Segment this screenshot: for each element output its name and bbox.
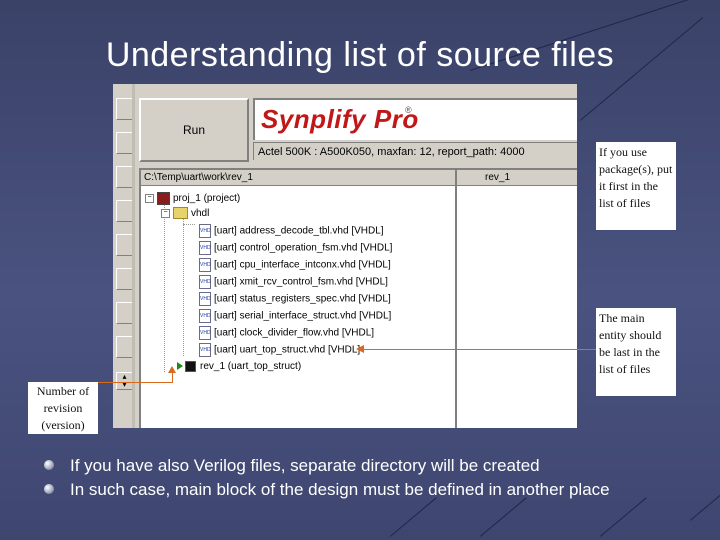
folder-icon — [173, 207, 188, 220]
bullet-icon — [44, 460, 54, 470]
file-item[interactable]: VHD [uart] cpu_interface_intconx.vhd [VHD… — [199, 258, 391, 272]
left-toolbar: ▴ ▾ — [113, 84, 135, 428]
tree-connector — [183, 216, 184, 356]
source-tree-panel: C:\Temp\uart\work\rev_1 − proj_1 (project… — [139, 168, 455, 428]
file-label: [uart] uart_top_struct.vhd [VHDL] — [214, 344, 361, 356]
tree-connector — [183, 224, 195, 225]
file-label: [uart] status_registers_spec.vhd [VHDL] — [214, 293, 391, 305]
bullet-icon — [44, 484, 54, 494]
decorative-line — [600, 497, 647, 537]
run-button[interactable]: Run — [139, 98, 249, 162]
registered-mark: ® — [405, 105, 412, 115]
folder-node[interactable]: − vhdl — [161, 207, 209, 221]
collapse-toggle-icon[interactable]: − — [161, 208, 170, 218]
package-callout: If you use package(s), put it first in t… — [596, 142, 676, 230]
revision-icon — [177, 360, 197, 373]
file-label: [uart] address_decode_tbl.vhd [VHDL] — [214, 225, 384, 237]
file-label: [uart] control_operation_fsm.vhd [VHDL] — [214, 242, 393, 254]
vhd-file-icon: VHD — [199, 275, 211, 289]
file-item[interactable]: VHD [uart] serial_interface_struct.vhd [V… — [199, 309, 391, 323]
synplify-logo: Synplify Pro — [261, 104, 419, 134]
file-label: [uart] xmit_rcv_control_fsm.vhd [VHDL] — [214, 276, 388, 288]
main-entity-callout: The main entity should be last in the li… — [596, 308, 676, 396]
main-entity-arrow — [362, 349, 596, 350]
bullet-text: If you have also Verilog files, separate… — [70, 456, 540, 475]
revision-arrow — [98, 382, 172, 383]
file-item[interactable]: VHD [uart] control_operation_fsm.vhd [VHD… — [199, 241, 392, 255]
path-header: C:\Temp\uart\work\rev_1 — [141, 170, 455, 186]
revision-node[interactable]: rev_1 (uart_top_struct) — [177, 360, 301, 374]
revision-header: rev_1 — [457, 170, 577, 186]
file-item[interactable]: VHD [uart] status_registers_spec.vhd [VHD… — [199, 292, 391, 306]
vhd-file-icon: VHD — [199, 309, 211, 323]
vhd-file-icon: VHD — [199, 241, 211, 255]
file-item[interactable]: VHD [uart] address_decode_tbl.vhd [VHDL] — [199, 224, 384, 238]
folder-label: vhdl — [191, 208, 210, 219]
vhd-file-icon: VHD — [199, 224, 211, 238]
project-icon — [157, 192, 170, 205]
revision-arrow-vertical — [172, 372, 173, 383]
logo-panel: Synplify Pro ® — [253, 98, 577, 140]
arrow-head-icon — [168, 366, 176, 373]
device-info: Actel 500K : A500K050, maxfan: 12, repor… — [253, 142, 577, 160]
vhd-file-icon: VHD — [199, 343, 211, 357]
revision-panel: rev_1 — [455, 168, 577, 428]
scrollbar-track[interactable] — [132, 84, 135, 428]
project-node[interactable]: − proj_1 (project) — [145, 192, 240, 206]
file-label: [uart] serial_interface_struct.vhd [VHDL… — [214, 310, 392, 322]
vhd-file-icon: VHD — [199, 292, 211, 306]
bullet-item: In such case, main block of the design m… — [44, 478, 684, 502]
arrow-head-icon — [356, 345, 364, 353]
vhd-file-icon: VHD — [199, 258, 211, 272]
vhd-file-icon: VHD — [199, 326, 211, 340]
revision-label: rev_1 (uart_top_struct) — [200, 361, 302, 372]
decorative-line — [480, 497, 527, 537]
bullet-list: If you have also Verilog files, separate… — [44, 454, 684, 502]
bullet-item: If you have also Verilog files, separate… — [44, 454, 684, 478]
tree-connector — [164, 202, 165, 372]
synplify-screenshot: ▴ ▾ Run Synplify Pro ® Actel 500K : A500K… — [113, 84, 577, 428]
bullet-text: In such case, main block of the design m… — [70, 480, 610, 499]
decorative-line — [690, 494, 720, 521]
revision-callout: Number of revision (version) — [28, 382, 98, 434]
file-item[interactable]: VHD [uart] clock_divider_flow.vhd [VHDL] — [199, 326, 374, 340]
file-item[interactable]: VHD [uart] xmit_rcv_control_fsm.vhd [VHDL… — [199, 275, 388, 289]
project-label: proj_1 (project) — [173, 193, 241, 205]
collapse-toggle-icon[interactable]: − — [145, 194, 154, 203]
file-label: [uart] cpu_interface_intconx.vhd [VHDL] — [214, 259, 391, 271]
scroll-arrows[interactable]: ▴ ▾ — [116, 372, 133, 390]
file-item[interactable]: VHD [uart] uart_top_struct.vhd [VHDL] — [199, 343, 360, 357]
slide-title: Understanding list of source files — [105, 36, 615, 74]
decorative-line — [390, 497, 437, 537]
file-label: [uart] clock_divider_flow.vhd [VHDL] — [214, 327, 375, 339]
